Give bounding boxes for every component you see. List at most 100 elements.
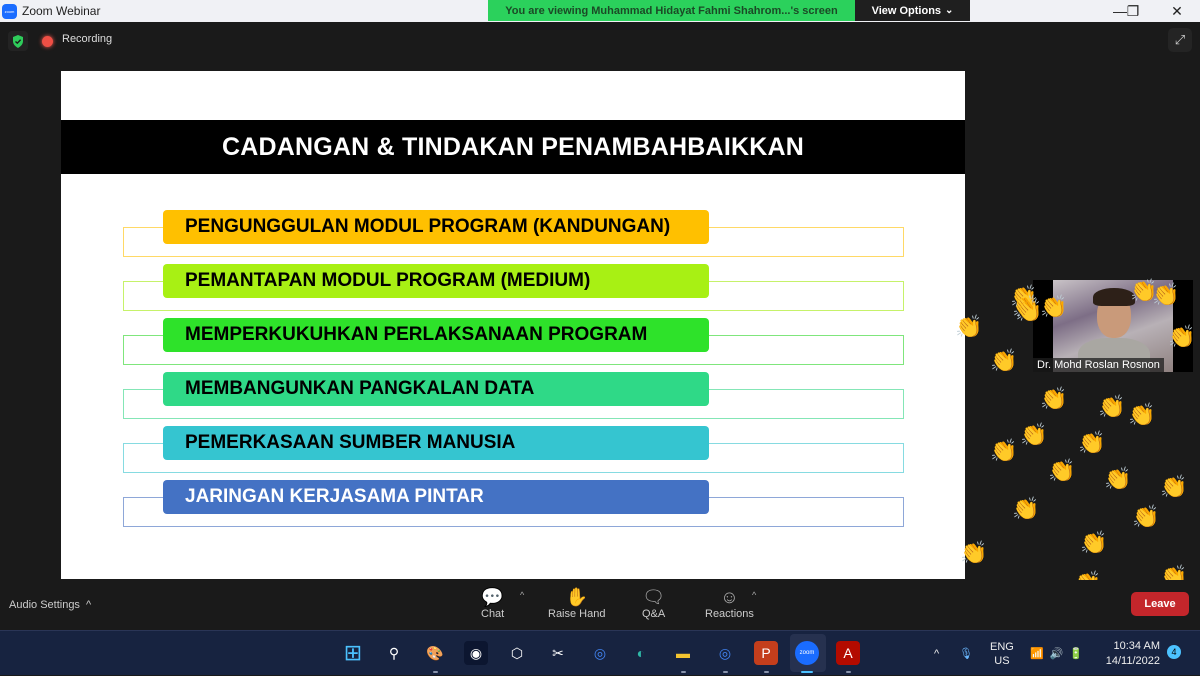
chevron-up-icon: ^	[934, 647, 940, 660]
qa-button[interactable]: 🗨 Q&A	[642, 586, 665, 620]
slide-item-pill: PEMANTAPAN MODUL PROGRAM (MEDIUM)	[163, 264, 709, 298]
wifi-icon: 📶	[1030, 648, 1044, 660]
slide-item: JARINGAN KERJASAMA PINTAR	[123, 480, 904, 527]
zoom-logo-text: zoom	[4, 8, 15, 14]
security-button[interactable]	[8, 31, 28, 51]
slide-item-pill: MEMBANGUNKAN PANGKALAN DATA	[163, 372, 709, 406]
tray-overflow-button[interactable]: ^	[934, 631, 939, 676]
clock-date: 14/11/2022	[1105, 654, 1160, 667]
clap-reaction-icon: 👏	[1080, 530, 1108, 555]
meeting-topbar: Recording ⤢	[0, 22, 1200, 60]
fullscreen-button[interactable]: ⤢	[1168, 28, 1192, 52]
qa-icon: 🗨	[642, 587, 666, 607]
clap-reaction-icon: 👏	[990, 348, 1018, 373]
participant-name: Dr. Mohd Roslan Rosnon	[1033, 358, 1164, 372]
participant-hair	[1093, 288, 1135, 306]
chevron-down-icon: ⌄	[945, 5, 954, 16]
clap-reaction-icon: 👏	[1152, 282, 1180, 307]
slide-title-bar: CADANGAN & TINDAKAN PENAMBAHBAIKKAN	[61, 120, 965, 174]
clap-reaction-icon: 👏	[1160, 474, 1188, 499]
taskbar-edge-icon[interactable]: ◐	[629, 641, 653, 665]
clap-reaction-icon: 👏	[1040, 386, 1068, 411]
reactions-button[interactable]: ☺ Reactions	[705, 586, 754, 620]
taskbar-chrome-icon[interactable]: ◎	[588, 641, 612, 665]
system-status-group[interactable]: 📶 🔊 🔋	[1030, 631, 1083, 676]
clap-reaction-icon: 👏	[960, 540, 988, 565]
taskbar-file-explorer-icon[interactable]: ▬	[671, 641, 695, 665]
language-indicator[interactable]: ENG US	[990, 631, 1014, 676]
shared-screen-slide: CADANGAN & TINDAKAN PENAMBAHBAIKKAN PENG…	[61, 71, 965, 579]
meeting-toolbar: Audio Settings ^ 💬 Chat ^ ✋ Raise Hand 🗨…	[0, 580, 1200, 630]
slide-item-label: MEMBANGUNKAN PANGKALAN DATA	[185, 378, 535, 399]
running-app-indicator	[764, 671, 769, 673]
keyboard-region: US	[994, 654, 1010, 667]
taskbar-webcam-app-icon[interactable]: ◉	[464, 641, 488, 665]
reactions-label: Reactions	[705, 608, 754, 620]
slide-item: MEMPERKUKUHKAN PERLAKSANAAN PROGRAM	[123, 318, 904, 365]
notification-count: 4	[1171, 647, 1177, 657]
running-app-indicator	[433, 671, 438, 673]
restore-button[interactable]: ❐	[1113, 0, 1153, 22]
clap-reaction-icon: 👏	[1104, 466, 1132, 491]
clap-reaction-icon: 👏	[1020, 422, 1048, 447]
view-options-label: View Options	[871, 4, 942, 17]
slide-item: PEMERKASAAN SUMBER MANUSIA	[123, 426, 904, 473]
slide-item-pill: JARINGAN KERJASAMA PINTAR	[163, 480, 709, 514]
clap-reaction-icon: 👏	[1168, 324, 1196, 349]
leave-label: Leave	[1144, 598, 1176, 610]
audio-settings-label: Audio Settings	[9, 599, 80, 611]
taskbar-search-icon[interactable]: ⚲	[382, 641, 406, 665]
view-options-button[interactable]: View Options ⌄	[855, 0, 970, 21]
zoom-logo-icon: zoom	[2, 3, 17, 19]
slide-item-label: PENGUNGGULAN MODUL PROGRAM (KANDUNGAN)	[185, 216, 671, 237]
raise-hand-button[interactable]: ✋ Raise Hand	[548, 586, 605, 620]
leave-button[interactable]: Leave	[1131, 592, 1189, 616]
slide-item-label: MEMPERKUKUHKAN PERLAKSANAAN PROGRAM	[185, 324, 648, 345]
raise-hand-label: Raise Hand	[548, 608, 606, 620]
taskbar-start-icon[interactable]: ⊞	[341, 640, 365, 665]
taskbar-3d-viewer-icon[interactable]: ⬡	[505, 641, 529, 665]
slide-item: PENGUNGGULAN MODUL PROGRAM (KANDUNGAN)	[123, 210, 904, 257]
taskbar-acrobat-icon[interactable]: A	[836, 641, 860, 665]
caret-up-icon: ^	[85, 599, 92, 611]
clap-reaction-icon: 👏	[990, 438, 1018, 463]
taskbar-chrome-profile-icon[interactable]: ◎	[713, 641, 737, 665]
slide-item-label: PEMERKASAAN SUMBER MANUSIA	[185, 432, 516, 453]
taskbar-powerpoint-icon[interactable]: P	[754, 641, 778, 665]
taskbar-paint-icon[interactable]: 🎨	[423, 641, 447, 665]
screen-share-banner-text: You are viewing Muhammad Hidayat Fahmi S…	[505, 4, 838, 17]
slide-item: MEMBANGUNKAN PANGKALAN DATA	[123, 372, 904, 419]
reactions-options-caret-icon[interactable]: ^	[752, 590, 756, 600]
clap-reaction-icon: 👏	[1098, 394, 1126, 419]
recording-indicator-icon	[42, 36, 53, 47]
slide-item-pill: PEMERKASAAN SUMBER MANUSIA	[163, 426, 709, 460]
taskbar-snipping-tool-icon[interactable]: ✂	[546, 641, 570, 665]
audio-settings-button[interactable]: Audio Settings ^	[9, 599, 91, 611]
running-app-indicator	[801, 671, 813, 673]
slide-item-pill: PENGUNGGULAN MODUL PROGRAM (KANDUNGAN)	[163, 210, 709, 244]
clap-reaction-icon: 👏	[1128, 402, 1156, 427]
clap-reaction-icon: 👏	[955, 314, 983, 339]
clap-reaction-icon: 👏	[1078, 430, 1106, 455]
slide-item: PEMANTAPAN MODUL PROGRAM (MEDIUM)	[123, 264, 904, 311]
raise-hand-icon: ✋	[565, 587, 588, 607]
qa-label: Q&A	[642, 608, 666, 620]
notification-badge[interactable]: 4	[1167, 645, 1181, 659]
clap-reaction-icon: 👏	[1012, 496, 1040, 521]
slide-item-pill: MEMPERKUKUHKAN PERLAKSANAAN PROGRAM	[163, 318, 709, 352]
clock[interactable]: 10:34 AM 14/11/2022	[1104, 631, 1160, 676]
screen-share-banner: You are viewing Muhammad Hidayat Fahmi S…	[488, 0, 855, 21]
windows-taskbar: ⊞ ⚲ 🎨 ◉ ⬡ ✂ ◎ ◐ ▬ ◎ Pzoom A ^ 🎙 ENG US 📶 🔊 🔋 10:34 …	[0, 630, 1200, 675]
clock-time: 10:34 AM	[1113, 639, 1160, 652]
close-button[interactable]: ✕	[1157, 0, 1197, 22]
recording-label: Recording	[62, 33, 113, 45]
clap-reaction-icon: 👏	[1048, 458, 1076, 483]
microphone-tray-button[interactable]: 🎙	[959, 631, 973, 676]
running-app-indicator	[846, 671, 851, 673]
running-app-indicator	[681, 671, 686, 673]
chat-button[interactable]: 💬 Chat	[481, 586, 504, 620]
slide-title: CADANGAN & TINDAKAN PENAMBAHBAIKKAN	[222, 132, 804, 161]
taskbar-zoom-icon[interactable]: zoom	[795, 641, 819, 665]
slide-item-label: JARINGAN KERJASAMA PINTAR	[185, 486, 484, 507]
chat-options-caret-icon[interactable]: ^	[520, 590, 524, 600]
